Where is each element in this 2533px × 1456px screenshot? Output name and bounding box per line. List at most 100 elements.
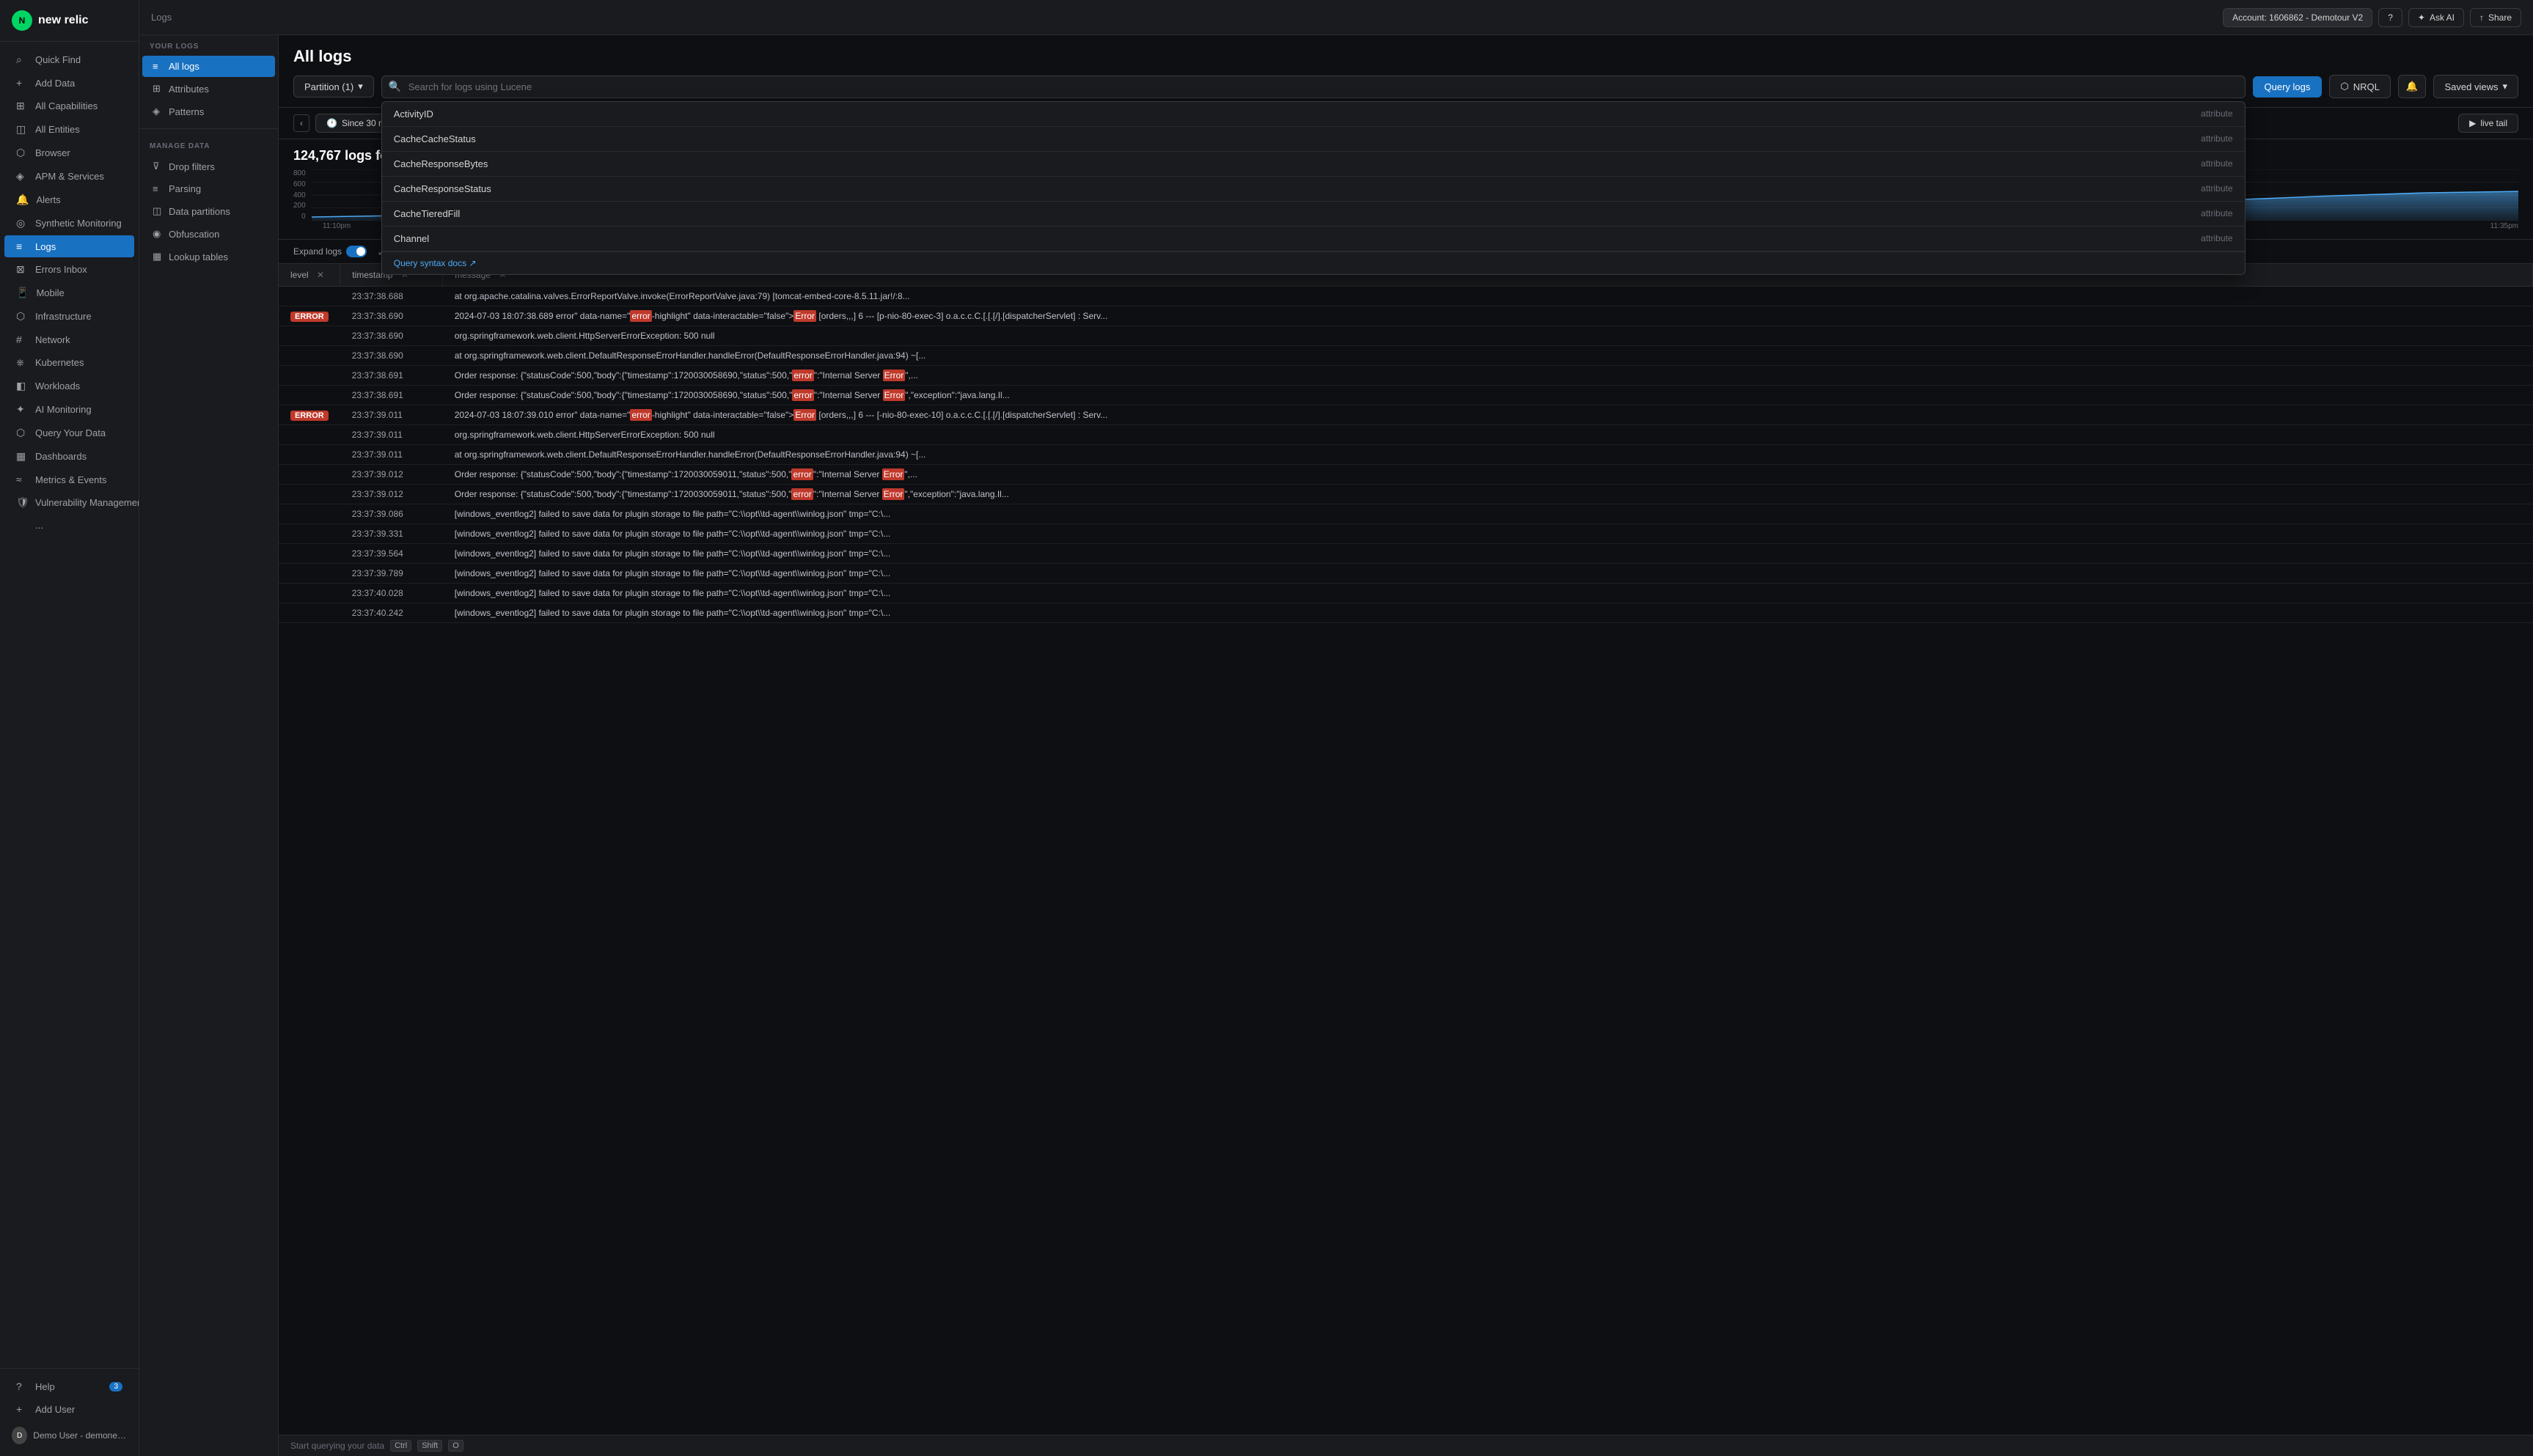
sidebar-item-all-entities[interactable]: ◫All Entities [4, 118, 134, 141]
live-tail-button[interactable]: ▶ live tail [2458, 114, 2518, 133]
sidebar-item-errors-inbox[interactable]: ⊠Errors Inbox [4, 258, 134, 281]
table-row[interactable]: 23:37:40.028[windows_eventlog2] failed t… [279, 584, 2533, 603]
sidebar-item-kubernetes[interactable]: ⎈Kubernetes [4, 351, 134, 374]
sidebar-item-logs[interactable]: ≡Logs [4, 235, 134, 257]
panel-item-drop-filters[interactable]: ⊽Drop filters [142, 155, 275, 177]
dropdown-item-channel[interactable]: Channelattribute [382, 227, 2245, 251]
sidebar-item-label: Query Your Data [35, 427, 106, 438]
sidebar-item-browser[interactable]: ⬡Browser [4, 141, 134, 164]
table-row[interactable]: 23:37:38.690at org.springframework.web.c… [279, 346, 2533, 366]
logo-icon: N [12, 10, 32, 31]
cell-timestamp: 23:37:40.242 [340, 603, 443, 623]
user-profile[interactable]: D Demo User - demonewre... [0, 1421, 139, 1450]
time-prev-button[interactable]: ‹ [293, 114, 309, 132]
sidebar-item-dashboards[interactable]: ▦Dashboards [4, 445, 134, 468]
cell-message: org.springframework.web.client.HttpServe… [443, 425, 2533, 445]
sidebar-item-workloads[interactable]: ◧Workloads [4, 375, 134, 397]
panel-item-patterns[interactable]: ◈Patterns [142, 100, 275, 122]
help-button[interactable]: ? [2378, 8, 2402, 27]
table-row[interactable]: 23:37:39.012Order response: {"statusCode… [279, 485, 2533, 504]
panel-item-obfuscation[interactable]: ◉Obfuscation [142, 223, 275, 245]
sidebar-item-add-data[interactable]: +Add Data [4, 72, 134, 94]
sidebar-item-vulnerability-management[interactable]: 🛡Vulnerability Management [4, 491, 134, 514]
dropdown-footer-docs[interactable]: Query syntax docs ↗ [382, 251, 2245, 274]
sidebar-item-synthetic-monitoring[interactable]: ◎Synthetic Monitoring [4, 212, 134, 235]
toggle-knob [356, 247, 365, 256]
logs-icon: ≡ [16, 240, 28, 252]
table-row[interactable]: 23:37:38.691Order response: {"statusCode… [279, 386, 2533, 405]
panel-item-label: Lookup tables [169, 251, 228, 262]
panel-item-all-logs[interactable]: ≡All logs [142, 56, 275, 77]
notifications-button[interactable]: 🔔 [2398, 75, 2427, 98]
ask-ai-button[interactable]: ✦ Ask AI [2408, 8, 2464, 27]
account-selector[interactable]: Account: 1606862 - Demotour V2 [2223, 8, 2372, 27]
query-logs-button[interactable]: Query logs [2253, 76, 2323, 98]
panel-item-parsing[interactable]: ≡Parsing [142, 178, 275, 199]
cell-level [279, 584, 340, 603]
error-highlight: error [791, 488, 813, 500]
cell-timestamp: 23:37:39.011 [340, 445, 443, 465]
panel-item-label: All logs [169, 61, 199, 72]
panel-item-lookup-tables[interactable]: ▦Lookup tables [142, 246, 275, 268]
dropdown-item-label: CacheTieredFill [394, 208, 461, 219]
sidebar-item-apm-services[interactable]: ◈APM & Services [4, 165, 134, 188]
expand-logs-toggle[interactable]: Expand logs [293, 246, 367, 257]
sidebar-item-quick-find[interactable]: ⌕Quick Find [4, 48, 134, 71]
close-level-col[interactable]: ✕ [317, 270, 324, 280]
panel-item-label: Patterns [169, 106, 204, 117]
cell-timestamp: 23:37:40.028 [340, 584, 443, 603]
dropdown-item-cachecachestatus[interactable]: CacheCacheStatusattribute [382, 127, 2245, 152]
table-row[interactable]: 23:37:39.011at org.springframework.web.c… [279, 445, 2533, 465]
error-highlight: error [791, 468, 813, 480]
sidebar-item-network[interactable]: #Network [4, 328, 134, 350]
table-row[interactable]: 23:37:38.688at org.apache.catalina.valve… [279, 287, 2533, 306]
dropdown-item-activityid[interactable]: ActivityIDattribute [382, 102, 2245, 127]
workloads-icon: ◧ [16, 380, 28, 392]
sidebar-item-ai-monitoring[interactable]: ✦AI Monitoring [4, 398, 134, 421]
cell-message: at org.springframework.web.client.Defaul… [443, 445, 2533, 465]
cell-timestamp: 23:37:39.564 [340, 544, 443, 564]
log-area: All logs Partition (1) ▾ 🔍 ActivityIDatt… [279, 35, 2533, 1456]
panel-item-data-partitions[interactable]: ◫Data partitions [142, 200, 275, 222]
table-row[interactable]: ERROR23:37:39.0112024-07-03 18:07:39.010… [279, 405, 2533, 425]
saved-views-button[interactable]: Saved views ▾ [2433, 75, 2518, 98]
dropdown-item-cacheresponsebytes[interactable]: CacheResponseBytesattribute [382, 152, 2245, 177]
table-row[interactable]: 23:37:39.011org.springframework.web.clie… [279, 425, 2533, 445]
panel-item-attributes[interactable]: ⊞Attributes [142, 78, 275, 100]
cell-message: [windows_eventlog2] failed to save data … [443, 603, 2533, 623]
partition-button[interactable]: Partition (1) ▾ [293, 76, 374, 98]
dropdown-item-cachetieredfill[interactable]: CacheTieredFillattribute [382, 202, 2245, 227]
sidebar-nav: ⌕Quick Find+Add Data⊞All Capabilities◫Al… [0, 42, 139, 1368]
all-capabilities-icon: ⊞ [16, 100, 28, 112]
sidebar-item-more[interactable]: ... [4, 515, 134, 536]
sidebar-item-mobile[interactable]: 📱Mobile [4, 282, 134, 304]
breadcrumb-logs[interactable]: Logs [151, 12, 172, 23]
sidebar-item-infrastructure[interactable]: ⬡Infrastructure [4, 305, 134, 328]
sidebar-item-metrics-events[interactable]: ≈Metrics & Events [4, 468, 134, 490]
table-row[interactable]: 23:37:39.086[windows_eventlog2] failed t… [279, 504, 2533, 524]
sidebar-item-help[interactable]: ? Help 3 [4, 1375, 134, 1397]
dropdown-item-cacheresponsestatus[interactable]: CacheResponseStatusattribute [382, 177, 2245, 202]
nrql-button[interactable]: ⬡ NRQL [2329, 75, 2390, 98]
table-row[interactable]: 23:37:39.789[windows_eventlog2] failed t… [279, 564, 2533, 584]
table-row[interactable]: 23:37:38.691Order response: {"statusCode… [279, 366, 2533, 386]
share-button[interactable]: ↑ Share [2470, 8, 2521, 27]
sidebar-item-add-user[interactable]: + Add User [4, 1398, 134, 1420]
sidebar-item-query-your-data[interactable]: ⬡Query Your Data [4, 422, 134, 444]
table-row[interactable]: 23:37:40.242[windows_eventlog2] failed t… [279, 603, 2533, 623]
table-row[interactable]: 23:37:39.564[windows_eventlog2] failed t… [279, 544, 2533, 564]
sidebar-item-alerts[interactable]: 🔔Alerts [4, 188, 134, 211]
error-highlight: Error [793, 310, 816, 322]
sidebar-item-all-capabilities[interactable]: ⊞All Capabilities [4, 95, 134, 117]
dashboards-icon: ▦ [16, 450, 28, 463]
table-row[interactable]: 23:37:39.331[windows_eventlog2] failed t… [279, 524, 2533, 544]
quick-find-icon: ⌕ [16, 54, 28, 66]
sidebar-item-label: Metrics & Events [35, 474, 107, 485]
table-row[interactable]: 23:37:39.012Order response: {"statusCode… [279, 465, 2533, 485]
content-area: YOUR LOGS ≡All logs⊞Attributes◈PatternsM… [139, 35, 2533, 1456]
table-row[interactable]: 23:37:38.690org.springframework.web.clie… [279, 326, 2533, 346]
cell-timestamp: 23:37:38.690 [340, 306, 443, 326]
search-input[interactable] [381, 76, 2246, 98]
table-row[interactable]: ERROR23:37:38.6902024-07-03 18:07:38.689… [279, 306, 2533, 326]
expand-logs-switch[interactable] [346, 246, 367, 257]
